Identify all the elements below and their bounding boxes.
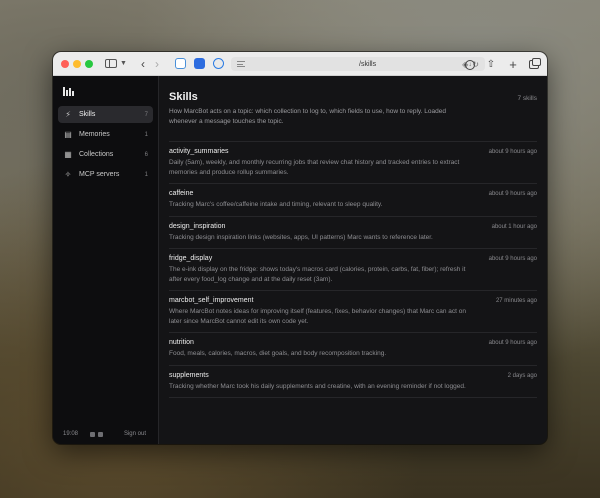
- page-header: Skills 7 skills: [169, 91, 537, 103]
- skill-name: design_inspiration: [169, 222, 226, 230]
- list-item[interactable]: supplements 2 days ago Tracking whether …: [169, 366, 537, 398]
- document-icon: ▤: [64, 130, 72, 139]
- browser-toolbar: ▼ ‹ › /skills ◈ ↻ ↓ ⇧ +: [53, 52, 547, 76]
- list-item[interactable]: caffeine about 9 hours ago Tracking Marc…: [169, 184, 537, 217]
- sidebar-item-collections[interactable]: ▦ Collections 6: [58, 146, 153, 163]
- skill-description: Daily (5am), weekly, and monthly recurri…: [169, 159, 460, 176]
- extension-icon[interactable]: [174, 58, 186, 69]
- sidebar-item-memories[interactable]: ▤ Memories 1: [58, 126, 153, 143]
- bolt-icon: ⚡︎: [65, 110, 71, 119]
- close-window-button[interactable]: [61, 59, 69, 68]
- layout-icon[interactable]: [98, 431, 104, 437]
- page-description: How MarcBot acts on a topic: which colle…: [169, 108, 446, 125]
- sidebar-toggle-icon[interactable]: [105, 59, 117, 68]
- sign-out-button[interactable]: Sign out: [124, 431, 146, 437]
- table-icon: ▦: [64, 150, 72, 159]
- list-item[interactable]: fridge_display about 9 hours ago The e-i…: [169, 249, 537, 291]
- reader-icon[interactable]: [237, 61, 245, 67]
- skill-updated: 27 minutes ago: [495, 298, 537, 304]
- tab-overview-icon[interactable]: [529, 58, 541, 69]
- skill-description: Food, meals, calories, macros, diet goal…: [169, 350, 387, 357]
- sidebar-footer: 19:08 Sign out: [63, 431, 146, 437]
- sidebar-item-count: 7: [144, 111, 148, 118]
- minimize-window-button[interactable]: [73, 59, 81, 68]
- skill-name: supplements: [169, 371, 209, 379]
- sidebar-item-label: Memories: [79, 131, 110, 138]
- skill-name: nutrition: [169, 339, 194, 346]
- main-content: Skills 7 skills How MarcBot acts on a to…: [159, 76, 547, 444]
- address-bar[interactable]: /skills ◈ ↻: [231, 57, 485, 71]
- skill-updated: about 9 hours ago: [488, 191, 537, 197]
- list-item[interactable]: marcbot_self_improvement 27 minutes ago …: [169, 291, 537, 333]
- app-logo[interactable]: [58, 76, 153, 106]
- extension-icon[interactable]: [193, 58, 205, 69]
- share-icon[interactable]: ⇧: [485, 59, 497, 70]
- url-text: /skills: [359, 60, 377, 68]
- skill-name: marcbot_self_improvement: [169, 297, 254, 304]
- download-icon[interactable]: ↓: [465, 59, 475, 70]
- theme-icon[interactable]: [90, 431, 96, 437]
- sidebar-item-mcp-servers[interactable]: ✧ MCP servers 1: [58, 166, 153, 183]
- sidebar-item-label: Skills: [79, 111, 96, 118]
- skills-list: activity_summaries about 9 hours ago Dai…: [169, 141, 537, 398]
- app: ⚡︎ Skills 7 ▤ Memories 1 ▦ Collections 6…: [53, 76, 547, 444]
- sidebar-item-label: Collections: [79, 151, 114, 158]
- skill-updated: about 9 hours ago: [488, 149, 537, 155]
- skill-updated: about 1 hour ago: [491, 223, 537, 230]
- footer-time: 19:08: [63, 431, 79, 437]
- skill-updated: about 9 hours ago: [488, 256, 537, 262]
- skill-description: Tracking Marc's coffee/caffeine intake a…: [169, 201, 383, 208]
- skill-description: Tracking whether Marc took his daily sup…: [169, 382, 466, 390]
- skill-updated: 2 days ago: [507, 372, 537, 379]
- skills-count: 7 skills: [517, 95, 537, 102]
- zoom-window-button[interactable]: [85, 59, 93, 68]
- sidebar-item-count: 1: [144, 131, 148, 138]
- forward-button[interactable]: ›: [155, 57, 159, 71]
- skill-name: fridge_display: [169, 255, 213, 262]
- list-item[interactable]: nutrition about 9 hours ago Food, meals,…: [169, 333, 537, 366]
- logo-icon: [63, 86, 75, 96]
- sidebar-item-label: MCP servers: [79, 171, 120, 178]
- skill-description: Where MarcBot notes ideas for improving …: [169, 308, 466, 325]
- new-tab-icon[interactable]: +: [507, 57, 519, 72]
- plug-icon: ✧: [64, 170, 72, 179]
- skill-name: activity_summaries: [169, 148, 229, 155]
- chevron-down-icon[interactable]: ▼: [120, 60, 127, 67]
- skill-updated: about 9 hours ago: [488, 340, 537, 346]
- sidebar-item-skills[interactable]: ⚡︎ Skills 7: [58, 106, 153, 123]
- browser-window: ▼ ‹ › /skills ◈ ↻ ↓ ⇧ + ⚡︎ Skills 7 ▤ Me…: [53, 52, 547, 444]
- extension-icon[interactable]: [212, 58, 224, 69]
- sidebar-item-count: 6: [144, 151, 148, 158]
- skill-name: caffeine: [169, 190, 194, 197]
- skill-description: Tracking design inspiration links (websi…: [169, 233, 433, 241]
- list-item[interactable]: activity_summaries about 9 hours ago Dai…: [169, 142, 537, 184]
- skill-description: The e-ink display on the fridge: shows t…: [169, 266, 466, 283]
- list-item[interactable]: design_inspiration about 1 hour ago Trac…: [169, 217, 537, 249]
- window-controls: [61, 59, 93, 68]
- back-button[interactable]: ‹: [141, 57, 145, 71]
- page-title: Skills: [169, 91, 198, 103]
- sidebar: ⚡︎ Skills 7 ▤ Memories 1 ▦ Collections 6…: [53, 76, 159, 444]
- sidebar-item-count: 1: [144, 171, 148, 178]
